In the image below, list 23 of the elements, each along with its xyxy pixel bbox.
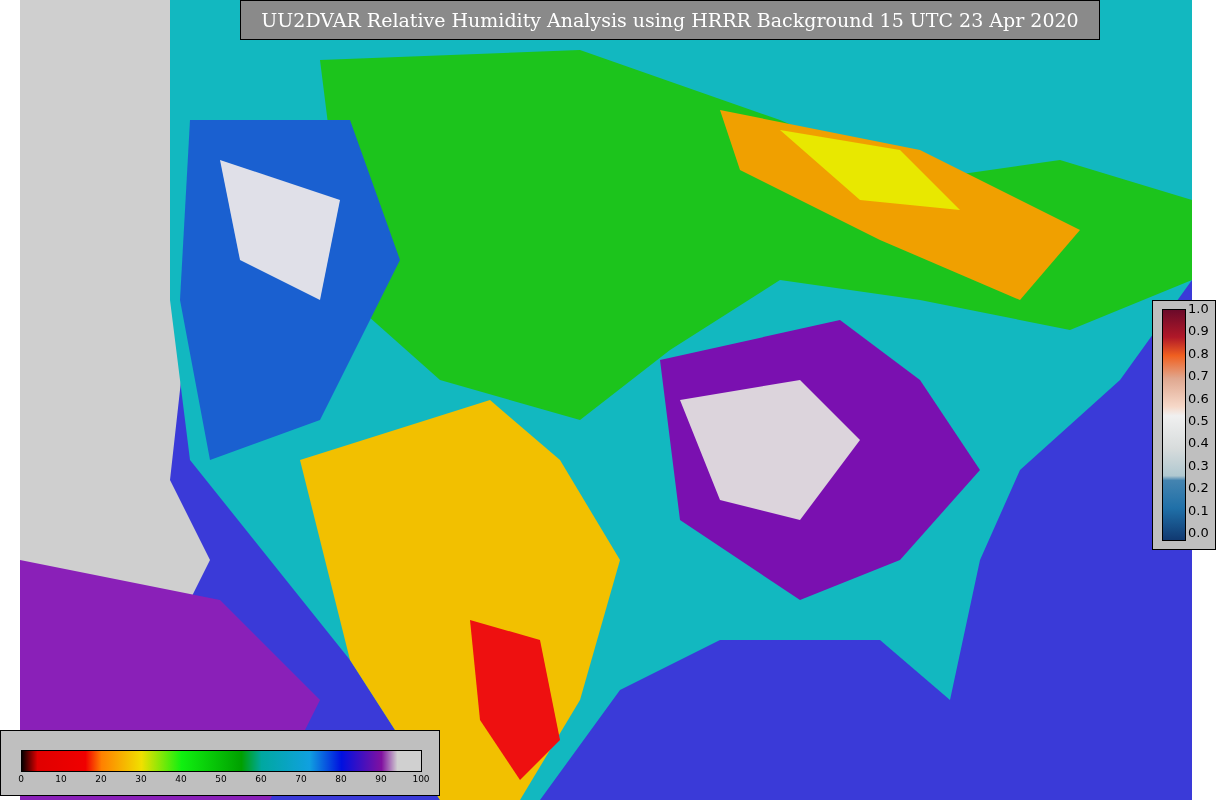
tick-label: 10 (55, 773, 67, 786)
tick-label: 80 (335, 773, 347, 786)
tick-label: 0 (18, 773, 24, 786)
tick-label: 50 (215, 773, 227, 786)
tick-label: 0.8 (1188, 345, 1209, 362)
tick-label: 0.4 (1188, 435, 1209, 452)
tick-label: 0.2 (1188, 480, 1209, 497)
tick-label: 0.5 (1188, 412, 1209, 429)
tick-label: 0.3 (1188, 457, 1209, 474)
tick-label: 0.6 (1188, 390, 1209, 407)
tick-label: 100 (412, 773, 430, 786)
tick-label: 40 (175, 773, 187, 786)
tick-label: 0.0 (1188, 524, 1209, 541)
tick-label: 70 (295, 773, 307, 786)
tick-label: 30 (135, 773, 147, 786)
chart-title: UU2DVAR Relative Humidity Analysis using HRRR Background 15 UTC 23 Apr 2020 (240, 0, 1100, 40)
tick-label: 0.9 (1188, 323, 1209, 340)
tick-label: 90 (375, 773, 387, 786)
tick-label: 20 (95, 773, 107, 786)
tick-label: 0.1 (1188, 502, 1209, 519)
tick-label: 1.0 (1188, 301, 1209, 317)
tick-label: 60 (255, 773, 267, 786)
tick-label: 0.7 (1188, 368, 1209, 385)
